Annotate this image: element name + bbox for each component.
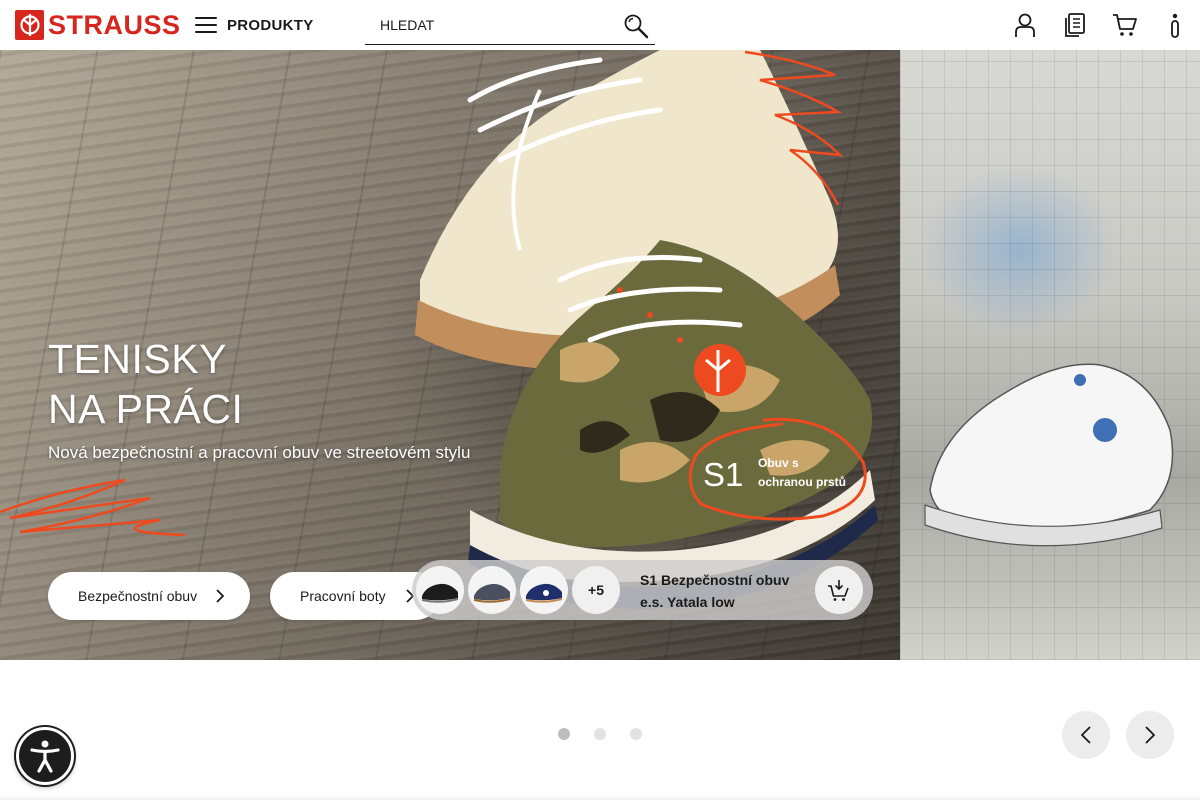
- scribble-left: [0, 478, 186, 537]
- search-input[interactable]: [365, 5, 605, 44]
- info-icon: [1171, 13, 1179, 38]
- safety-shoes-label: Bezpečnostní obuv: [78, 588, 198, 604]
- products-menu-label: PRODUKTY: [227, 16, 314, 34]
- product-thumb-black[interactable]: [416, 566, 464, 614]
- carousel-prev-button[interactable]: [1062, 711, 1110, 759]
- hero-banner: TENISKY NA PRÁCI Nová bezpečnostní a pra…: [0, 50, 1200, 660]
- carousel-dot-3[interactable]: [630, 728, 642, 740]
- s1-badge-label: S1: [703, 456, 744, 493]
- safety-shoes-button[interactable]: Bezpečnostní obuv: [48, 572, 250, 620]
- chevron-left-icon: [1081, 726, 1091, 744]
- chevron-right-icon: [216, 589, 224, 603]
- hamburger-icon: [195, 17, 217, 33]
- logo-text: STRAUSS: [48, 10, 181, 40]
- product-thumb-navy[interactable]: [520, 566, 568, 614]
- carousel-dot-2[interactable]: [594, 728, 606, 740]
- product-teaser: +5 S1 Bezpečnostní obuv e.s. Yatala low: [412, 560, 873, 620]
- account-icon: [1015, 13, 1035, 37]
- section-divider: [0, 795, 1200, 800]
- carousel-dot-1[interactable]: [558, 728, 570, 740]
- work-boots-label: Pracovní boty: [300, 588, 386, 604]
- site-header: STRAUSS PRODUKTY: [0, 0, 1200, 50]
- hero-title-line1: TENISKY: [48, 336, 227, 382]
- search-icon: [624, 14, 649, 39]
- catalog-button[interactable]: [1062, 12, 1088, 38]
- accessibility-button[interactable]: [16, 727, 74, 785]
- account-button[interactable]: [1012, 12, 1038, 38]
- add-to-cart-icon: [828, 580, 849, 601]
- s1-badge-line1: Obuv s: [758, 456, 799, 470]
- s1-badge-line2: ochranou prstů: [758, 475, 847, 489]
- hero-title-line2: NA PRÁCI: [48, 386, 244, 432]
- product-name-line1: S1 Bezpečnostní obuv: [640, 572, 790, 588]
- hero-title: TENISKY NA PRÁCI: [48, 334, 243, 434]
- product-name[interactable]: S1 Bezpečnostní obuv e.s. Yatala low: [640, 569, 810, 613]
- add-to-cart-button[interactable]: [815, 566, 863, 614]
- navy-shoe-icon: [526, 583, 562, 603]
- more-variants-button[interactable]: +5: [572, 566, 620, 614]
- product-thumb-grey[interactable]: [468, 566, 516, 614]
- cart-button[interactable]: [1112, 12, 1138, 38]
- black-shoe-icon: [422, 583, 458, 603]
- sketch-sneaker-shape: [924, 363, 1174, 547]
- grey-shoe-icon: [474, 583, 510, 603]
- product-name-line2: e.s. Yatala low: [640, 594, 735, 610]
- cart-icon: [1113, 14, 1137, 36]
- search-button[interactable]: [623, 13, 649, 39]
- info-button[interactable]: [1162, 12, 1188, 38]
- logo-mark-icon: [15, 10, 44, 40]
- chevron-right-icon: [1145, 726, 1155, 744]
- hero-subtitle: Nová bezpečnostní a pracovní obuv ve str…: [48, 443, 471, 462]
- s1-badge-description: Obuv s ochranou prstů: [758, 454, 868, 492]
- accessibility-icon: [30, 740, 60, 773]
- search-bar: [365, 5, 655, 45]
- catalog-icon: [1065, 13, 1085, 37]
- strauss-logo[interactable]: STRAUSS: [15, 10, 181, 40]
- products-menu-button[interactable]: PRODUKTY: [195, 13, 314, 37]
- carousel-next-button[interactable]: [1126, 711, 1174, 759]
